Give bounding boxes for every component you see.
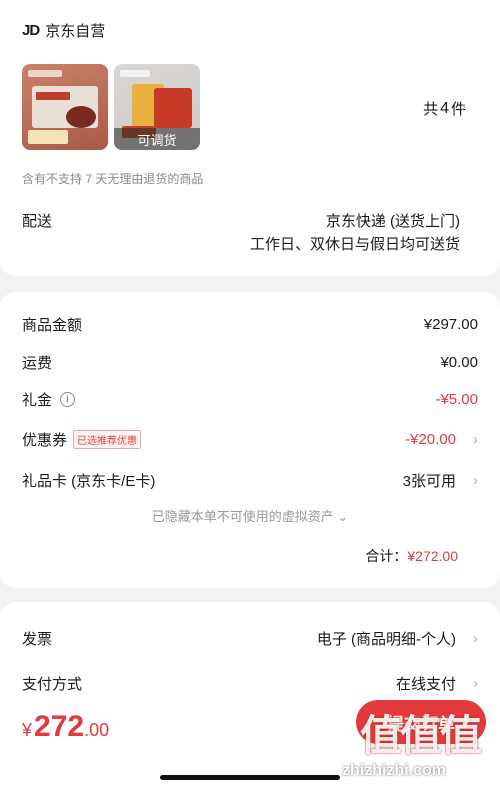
hidden-assets-text: 已隐藏本单不可使用的虚拟资产 [151, 509, 334, 524]
shop-header[interactable]: JD 京东自营 [22, 20, 105, 41]
chevron-down-icon: ⌄ [337, 509, 349, 524]
chevron-right-icon: › [473, 629, 478, 647]
chevron-right-icon: › [461, 98, 466, 115]
hidden-assets-toggle[interactable]: 已隐藏本单不可使用的虚拟资产 ⌄ [0, 506, 500, 525]
chevron-right-icon: › [473, 430, 478, 448]
watermark-url: zhizhizhi.com [342, 762, 446, 779]
chevron-right-icon: › [473, 674, 478, 692]
gift-money-label: 礼金 [22, 391, 53, 409]
transferable-badge: 可调货 [114, 128, 200, 150]
price-summary-card: 商品金额 ¥297.00 运费 ¥0.00 礼金 i -¥5.00 优惠券 已选… [0, 292, 500, 588]
chevron-right-icon: › [473, 471, 478, 489]
currency-symbol: ¥ [22, 720, 33, 740]
payment-method-label: 支付方式 [22, 675, 83, 693]
coupon-recommended-badge: 已选推荐优惠 [73, 429, 142, 449]
product-thumbnail[interactable] [22, 64, 108, 150]
coupon-row[interactable]: 优惠券 已选推荐优惠 -¥20.00 › [22, 427, 478, 451]
order-items-card: JD 京东自营 可调货 共 4 件 › 含有不支持 7 天无理由退货的商品 配送… [0, 0, 500, 276]
invoice-label: 发票 [22, 630, 53, 648]
delivery-days: 工作日、双休日与假日均可送货 [249, 236, 460, 253]
total-value: ¥272.00 [407, 548, 458, 564]
payment-method-row[interactable]: 支付方式 在线支付 › [22, 671, 478, 695]
item-count-prefix: 共 [423, 101, 439, 118]
product-thumbnail[interactable]: 可调货 [114, 64, 200, 150]
watermark-logo: 值值值 [360, 712, 482, 759]
info-icon[interactable]: i [60, 391, 76, 407]
shipping-label: 运费 [22, 354, 53, 372]
delivery-label: 配送 [22, 213, 53, 230]
shipping-value: ¥0.00 [440, 353, 478, 371]
coupon-label: 优惠券 [22, 431, 68, 449]
gift-card-value: 3张可用 [402, 472, 456, 490]
item-count[interactable]: 共 4 件 [423, 98, 466, 119]
shop-name: 京东自营 [45, 23, 106, 40]
total-price: ¥ 272 .00 [22, 710, 109, 744]
item-count-number: 4 [440, 99, 449, 117]
total-label: 合计： [365, 548, 408, 564]
shipping-row: 运费 ¥0.00 [22, 350, 478, 374]
goods-amount-row: 商品金额 ¥297.00 [22, 312, 478, 336]
gift-money-value: -¥5.00 [435, 390, 478, 408]
order-total: 合计：¥272.00 [365, 546, 458, 566]
gift-card-label: 礼品卡 (京东卡/E卡) [22, 472, 156, 490]
price-decimal: .00 [84, 720, 110, 740]
gift-card-row[interactable]: 礼品卡 (京东卡/E卡) 3张可用 › [22, 468, 478, 492]
delivery-method[interactable]: 京东快递 (送货上门) [326, 210, 460, 231]
invoice-row[interactable]: 发票 电子 (商品明细-个人) › [22, 626, 478, 650]
payment-method-value: 在线支付 [395, 675, 456, 693]
goods-amount-label: 商品金额 [22, 316, 83, 334]
goods-amount-value: ¥297.00 [423, 315, 478, 333]
home-indicator[interactable] [160, 775, 340, 780]
jd-logo-icon: JD [22, 22, 40, 39]
coupon-value: -¥20.00 [405, 430, 456, 448]
gift-money-row: 礼金 i -¥5.00 [22, 387, 478, 411]
price-integer: 272 [34, 710, 85, 743]
return-policy-notice: 含有不支持 7 天无理由退货的商品 [22, 172, 204, 186]
invoice-value: 电子 (商品明细-个人) [316, 630, 456, 648]
